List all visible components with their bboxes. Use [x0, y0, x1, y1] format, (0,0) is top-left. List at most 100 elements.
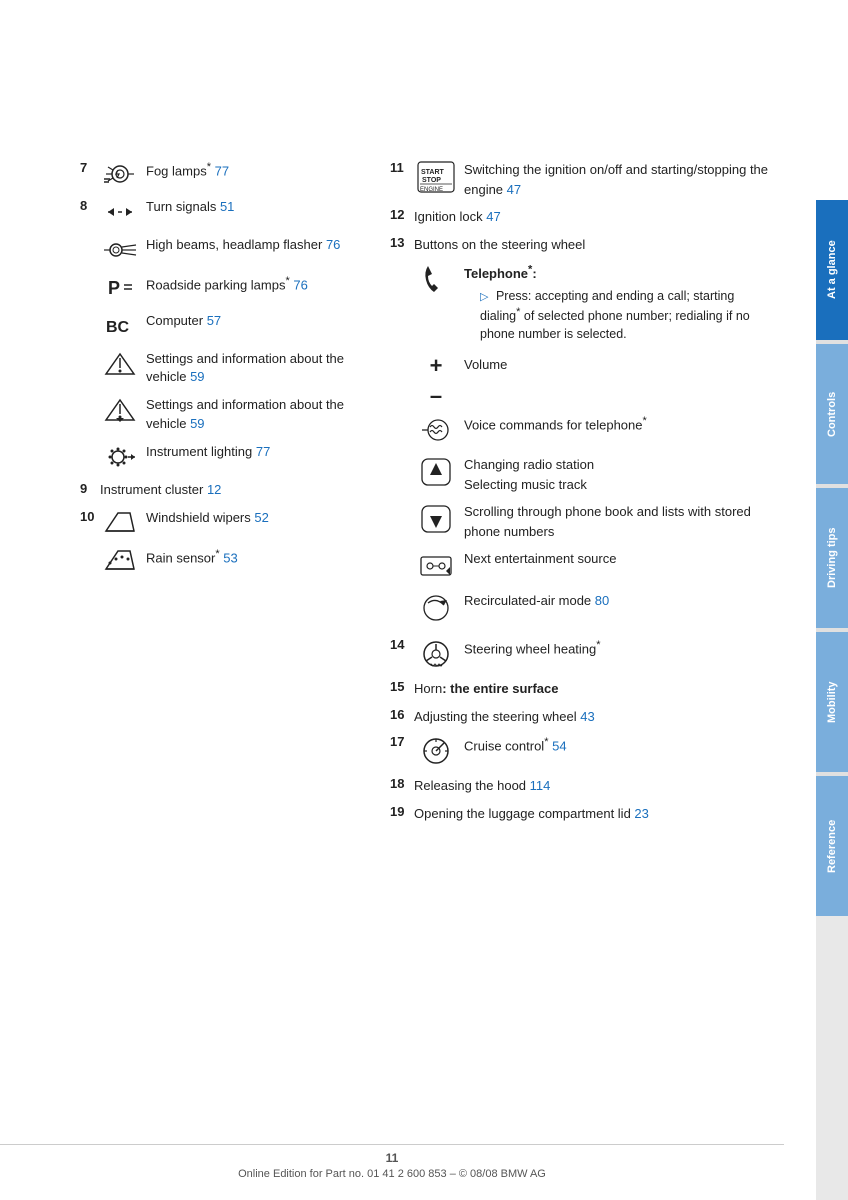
sidebar-active-marker: [816, 200, 820, 340]
turn-signal-text: Turn signals 51: [146, 198, 360, 216]
rain-sensor-icon: [100, 547, 140, 575]
volume-text: Volume: [464, 355, 776, 375]
settings1-link[interactable]: 59: [190, 369, 204, 384]
item-18-text: Releasing the hood 114: [414, 776, 776, 796]
svg-text:P: P: [108, 278, 120, 298]
high-beam-icon: [100, 236, 140, 264]
item-12-link[interactable]: 47: [486, 209, 500, 224]
sidebar-reference[interactable]: Reference: [816, 776, 848, 916]
cruise-control-link[interactable]: 54: [552, 739, 566, 754]
item-number-18: 18: [390, 776, 414, 791]
phonebook-scroll-text: Scrolling through phone book and lists w…: [464, 502, 776, 541]
left-column: 7: [80, 160, 360, 831]
sidebar-driving-tips[interactable]: Driving tips: [816, 488, 848, 628]
computer-text: Computer 57: [146, 312, 360, 330]
item-19-link[interactable]: 23: [634, 806, 648, 821]
item-12: 12 Ignition lock 47: [390, 207, 776, 227]
svg-text:STOP: STOP: [422, 177, 441, 184]
item-11-text: Switching the ignition on/off and starti…: [464, 160, 776, 199]
footer-text: Online Edition for Part no. 01 41 2 600 …: [0, 1168, 784, 1180]
item-9: 9 Instrument cluster 12: [80, 481, 360, 499]
telephone-label: Telephone*:: [464, 262, 776, 284]
settings1-icon: [100, 350, 140, 378]
item-radio-up: Changing radio stationSelecting music tr…: [414, 455, 776, 494]
minus-icon: –: [414, 385, 458, 407]
sidebar-controls[interactable]: Controls: [816, 344, 848, 484]
item-19: 19 Opening the luggage compartment lid 2…: [390, 804, 776, 824]
high-beams-link[interactable]: 76: [326, 237, 340, 252]
item-parking-lamps: P Roadside parking lamps* 76: [80, 274, 360, 302]
item-16: 16 Adjusting the steering wheel 43: [390, 707, 776, 727]
voice-command-text: Voice commands for telephone*: [464, 413, 776, 435]
rain-sensor-text: Rain sensor* 53: [146, 547, 360, 568]
item-volume-minus: –: [414, 385, 776, 407]
turn-signal-link[interactable]: 51: [220, 199, 234, 214]
fog-lamp-link[interactable]: 77: [215, 163, 229, 178]
item-18-link[interactable]: 114: [530, 778, 551, 793]
item-high-beams: High beams, headlamp flasher 76: [80, 236, 360, 264]
item-11: 11 START STOP ENGINE Switching the ignit…: [390, 160, 776, 199]
item-11-link[interactable]: 47: [507, 182, 521, 197]
sidebar-spacer-top: [816, 0, 848, 200]
instrument-lighting-link[interactable]: 77: [256, 444, 270, 459]
rain-star: *: [215, 548, 219, 560]
radio-down-icon: [414, 502, 458, 536]
steering-wheel-heating-text: Steering wheel heating*: [464, 637, 776, 659]
item-computer: BC Computer 57: [80, 312, 360, 340]
item-number-12: 12: [390, 207, 414, 222]
fog-lamp-text: Fog lamps* 77: [146, 160, 360, 181]
instrument-lighting-text: Instrument lighting 77: [146, 443, 360, 461]
computer-bc-icon: BC: [100, 312, 140, 340]
windshield-wiper-icon: [100, 509, 140, 537]
item-13-text: Buttons on the steering wheel: [414, 235, 776, 255]
settings2-icon: [100, 396, 140, 424]
right-column: 11 START STOP ENGINE Switching the ignit…: [390, 160, 776, 831]
settings2-link[interactable]: 59: [190, 416, 204, 431]
instrument-cluster-link[interactable]: 12: [207, 482, 221, 497]
item-number-13: 13: [390, 235, 414, 250]
item-recirculated-air: Recirculated-air mode 80: [414, 591, 776, 625]
item-number-17: 17: [390, 734, 414, 749]
computer-link[interactable]: 57: [207, 313, 221, 328]
svg-text:START: START: [421, 169, 445, 176]
sidebar-at-a-glance[interactable]: At a glance: [816, 200, 848, 340]
item-8: 8 Turn si: [80, 198, 360, 226]
recirculated-air-link[interactable]: 80: [595, 593, 609, 608]
instrument-cluster-text: Instrument cluster 12: [100, 481, 360, 499]
fog-lamp-icon: [100, 160, 140, 188]
telephone-icon: [414, 262, 458, 300]
fog-lamp-star: *: [207, 161, 211, 173]
item-settings1: Settings and information about the vehic…: [80, 350, 360, 386]
item-telephone: Telephone*: ▷ Press: accepting and endin…: [414, 262, 776, 343]
sidebar-mobility[interactable]: Mobility: [816, 632, 848, 772]
windshield-wipers-link[interactable]: 52: [254, 510, 268, 525]
item-15: 15 Horn: the entire surface: [390, 679, 776, 699]
svg-text:ENGINE: ENGINE: [420, 187, 443, 193]
item-volume-plus: + Volume: [414, 355, 776, 377]
item-instrument-lighting: Instrument lighting 77: [80, 443, 360, 471]
next-source-icon: [414, 549, 458, 583]
steering-wheel-heating-icon: [414, 637, 458, 671]
sidebar-spacer-bottom: [816, 916, 848, 1200]
telephone-press-text: ▷ Press: accepting and ending a call; st…: [480, 288, 776, 344]
recirculated-air-text: Recirculated-air mode 80: [464, 591, 776, 611]
page-footer: 11 Online Edition for Part no. 01 41 2 6…: [0, 1144, 784, 1180]
radio-up-text: Changing radio stationSelecting music tr…: [464, 455, 776, 494]
start-stop-icon: START STOP ENGINE: [414, 160, 458, 194]
voice-command-icon: [414, 413, 458, 447]
bullet-arrow-icon: ▷: [480, 291, 488, 303]
windshield-wipers-text: Windshield wipers 52: [146, 509, 360, 527]
radio-up-icon: [414, 455, 458, 489]
item-rain-sensor: Rain sensor* 53: [80, 547, 360, 575]
item-17: 17: [390, 734, 776, 768]
high-beams-text: High beams, headlamp flasher 76: [146, 236, 360, 254]
plus-symbol: +: [430, 355, 443, 377]
item-12-text: Ignition lock 47: [414, 207, 776, 227]
cruise-control-icon: [414, 734, 458, 768]
item-16-link[interactable]: 43: [580, 709, 594, 724]
right-sidebar: At a glance Controls Driving tips Mobili…: [816, 0, 848, 1200]
item-number-10: 10: [80, 509, 100, 524]
rain-sensor-link[interactable]: 53: [223, 550, 237, 565]
item-radio-down: Scrolling through phone book and lists w…: [414, 502, 776, 541]
parking-lamps-link[interactable]: 76: [293, 277, 307, 292]
